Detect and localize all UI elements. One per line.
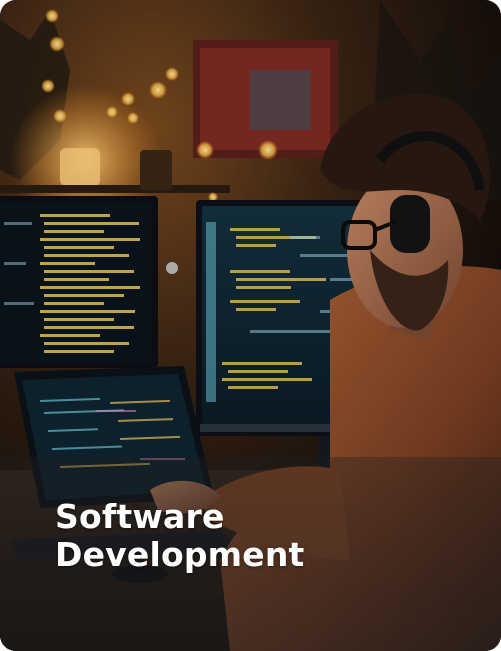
- card-title: Software Development: [55, 498, 305, 574]
- card-title-line-2: Development: [55, 535, 305, 574]
- category-card[interactable]: Software Development: [0, 0, 501, 651]
- card-title-line-1: Software: [55, 497, 225, 536]
